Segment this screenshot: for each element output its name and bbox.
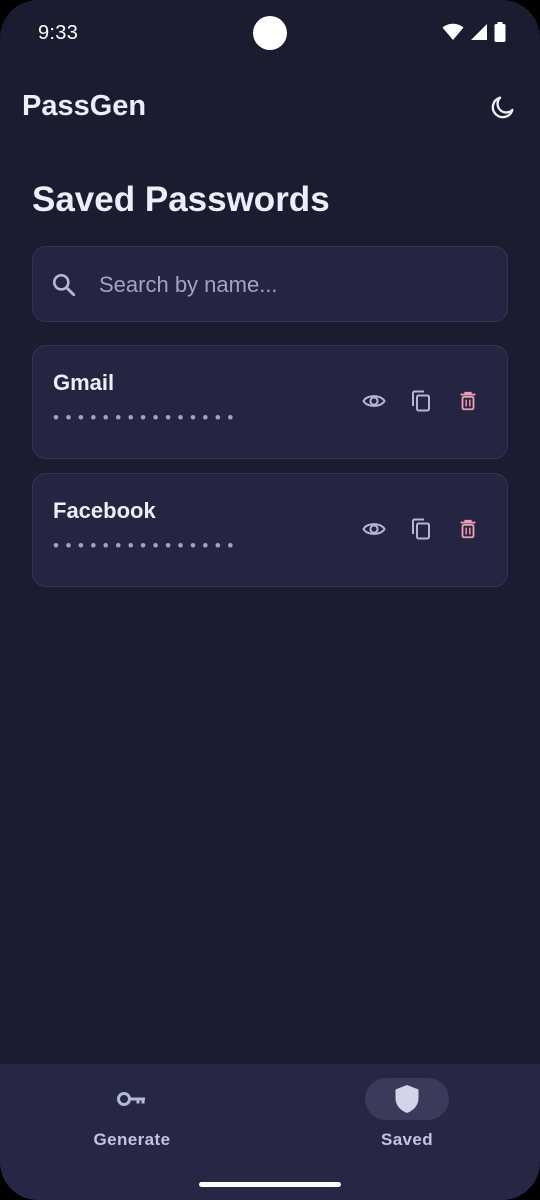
copy-password-button[interactable] xyxy=(408,516,434,542)
delete-password-button[interactable] xyxy=(455,388,481,414)
nav-label-saved: Saved xyxy=(380,1130,434,1149)
key-icon xyxy=(117,1092,145,1106)
page-title: Saved Passwords xyxy=(32,180,330,219)
show-password-button[interactable] xyxy=(361,516,387,542)
search-input[interactable] xyxy=(99,267,489,303)
trash-icon xyxy=(460,391,476,411)
phone-screen: 9:33 PassGen Saved Passwords Search by n… xyxy=(0,0,540,1200)
card-actions xyxy=(361,388,481,414)
password-name: Gmail xyxy=(53,370,115,395)
camera-cutout xyxy=(253,16,287,50)
delete-password-button[interactable] xyxy=(455,516,481,542)
signal-icon xyxy=(471,24,487,40)
trash-icon xyxy=(460,519,476,539)
wifi-icon xyxy=(442,23,464,40)
app-title: PassGen xyxy=(22,90,147,122)
moon-icon xyxy=(491,96,514,119)
nav-icon-container-active xyxy=(365,1078,449,1120)
nav-item-generate[interactable]: Generate xyxy=(67,1078,197,1150)
copy-icon xyxy=(412,518,430,540)
status-bar: 9:33 xyxy=(0,0,540,66)
card-actions xyxy=(361,516,481,542)
status-time: 9:33 xyxy=(38,22,79,44)
show-password-button[interactable] xyxy=(361,388,387,414)
masked-password: ••••••••••••••• xyxy=(53,536,240,555)
copy-password-button[interactable] xyxy=(408,388,434,414)
home-indicator[interactable] xyxy=(199,1182,341,1187)
password-card[interactable]: Gmail ••••••••••••••• xyxy=(32,345,508,459)
nav-icon-container xyxy=(90,1078,174,1120)
eye-icon xyxy=(362,395,386,407)
status-icons xyxy=(442,22,506,42)
eye-icon xyxy=(362,523,386,535)
battery-icon xyxy=(494,22,506,42)
search-icon xyxy=(52,273,76,297)
copy-icon xyxy=(412,390,430,412)
password-card[interactable]: Facebook ••••••••••••••• xyxy=(32,473,508,587)
search-box[interactable] xyxy=(32,246,508,322)
password-name: Facebook xyxy=(53,498,156,523)
nav-label-generate: Generate xyxy=(93,1130,171,1149)
masked-password: ••••••••••••••• xyxy=(53,408,240,427)
theme-toggle-button[interactable] xyxy=(488,92,518,122)
bottom-navigation: Generate Saved xyxy=(0,1064,540,1200)
shield-icon xyxy=(395,1085,419,1113)
nav-item-saved[interactable]: Saved xyxy=(342,1078,472,1150)
